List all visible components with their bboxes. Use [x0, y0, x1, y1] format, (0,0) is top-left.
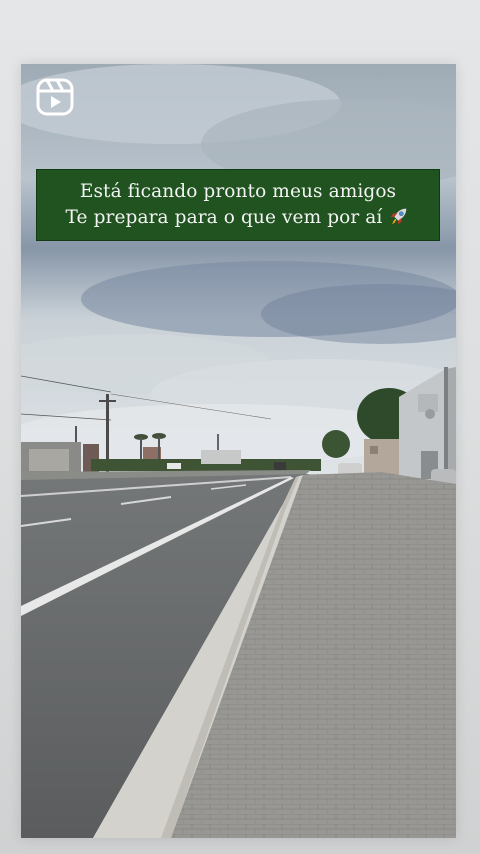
reels-icon: [36, 78, 74, 116]
caption-box: Está ficando pronto meus amigos Te prepa…: [36, 169, 440, 241]
story-page: Está ficando pronto meus amigos Te prepa…: [0, 0, 480, 854]
rocket-icon: [391, 208, 407, 225]
caption-line-2: Te prepara para o que vem por aí: [66, 205, 411, 231]
caption-line-2-text: Te prepara para o que vem por aí: [65, 207, 383, 228]
caption-line-1: Está ficando pronto meus amigos: [79, 181, 397, 202]
story-photo[interactable]: Está ficando pronto meus amigos Te prepa…: [21, 64, 456, 838]
